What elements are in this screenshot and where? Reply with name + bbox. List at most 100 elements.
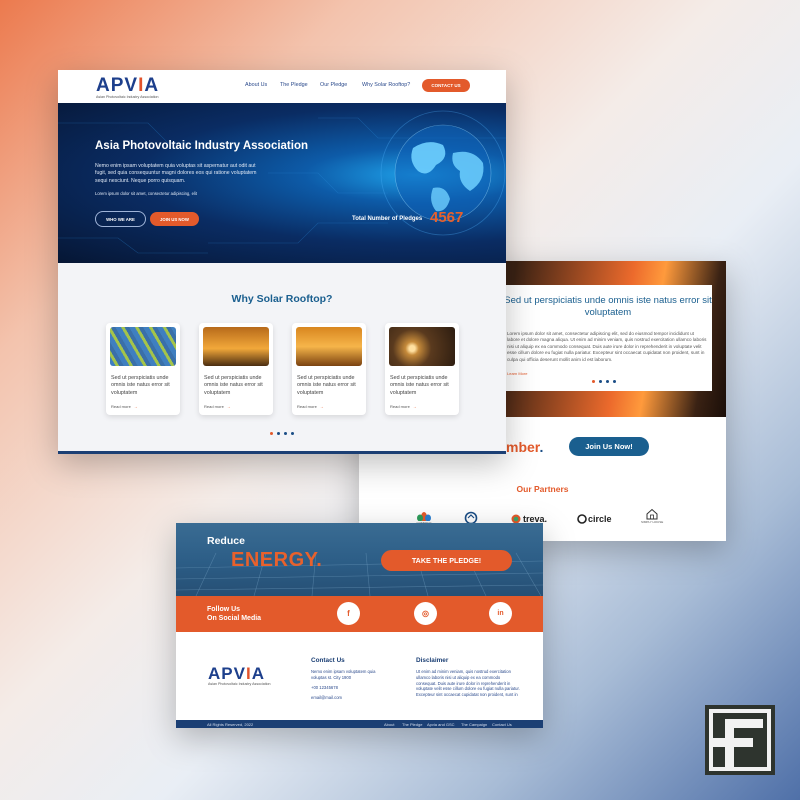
card-image (389, 327, 455, 366)
read-more-label: Read more (204, 404, 224, 409)
follow-line: Follow Us (207, 606, 241, 613)
card-text: Sed ut perspiciatis unde omnis iste natu… (111, 375, 170, 396)
follow-line: On Social Media (207, 615, 262, 622)
carousel-dot[interactable] (606, 380, 609, 383)
carousel-dot[interactable] (291, 432, 294, 435)
nav-about-us[interactable]: About Us (245, 82, 267, 88)
instagram-icon[interactable]: ◎ (414, 602, 437, 625)
apvia-logo[interactable]: APVIA Asian Photovoltaic Industry Associ… (96, 76, 159, 99)
logo-text: APV (96, 75, 139, 96)
follow-us-text: Follow Us On Social Media (207, 605, 261, 623)
pledge-banner: Reduce ENERGY. TAKE THE PLEDGE! (176, 523, 543, 596)
footer-link-about[interactable]: About (384, 722, 394, 727)
homepage-panel: APVIA Asian Photovoltaic Industry Associ… (58, 70, 506, 454)
disclaimer-text: Ut enim ad minim veniam, quis nostrud ex… (416, 669, 520, 698)
circle-icon (577, 514, 587, 524)
carousel-dot[interactable] (270, 432, 273, 435)
logo-text: APV (208, 664, 246, 683)
about-carousel-dots (592, 380, 616, 383)
partner-name: SIMPLY HOUSE (641, 520, 664, 524)
card-text: Sed ut perspiciatis unde omnis iste natu… (390, 375, 449, 396)
partner-name: circle (588, 514, 612, 524)
top-navbar: APVIA Asian Photovoltaic Industry Associ… (58, 70, 506, 103)
linkedin-icon[interactable]: in (489, 602, 512, 625)
pledges-label: Total Number of Pledges (352, 216, 423, 222)
arrow-right-icon: → (412, 404, 417, 409)
arrow-right-icon: → (319, 404, 324, 409)
disclaimer-title: Disclaimer (416, 657, 449, 664)
partner-logo[interactable]: SIMPLY HOUSE (641, 508, 663, 524)
logo-tagline: Asian Photovoltaic Industry Association (208, 682, 271, 686)
read-more-link[interactable]: Read more → (390, 404, 417, 409)
join-us-now-button[interactable]: Join Us Now! (569, 437, 649, 456)
arrow-right-icon: → (226, 404, 231, 409)
reduce-text: Reduce (207, 535, 245, 547)
contact-address: Nemo enim ipsam voluptatem quia voluptas… (311, 669, 376, 680)
footer-logo[interactable]: APVIA Asian Photovoltaic Industry Associ… (208, 665, 271, 686)
nav-why-solar[interactable]: Why Solar Rooftop? (362, 82, 410, 88)
read-more-link[interactable]: Read more → (297, 404, 324, 409)
footer-panel: Reduce ENERGY. TAKE THE PLEDGE! Follow U… (176, 523, 543, 728)
read-more-link[interactable]: Read more → (111, 404, 138, 409)
contact-email[interactable]: email@mail.com (311, 695, 342, 701)
become-member-text: mber. (506, 439, 543, 455)
carousel-dot[interactable] (284, 432, 287, 435)
social-bar: Follow Us On Social Media f ◎ in (176, 596, 543, 632)
footer-link-apvia-gsc[interactable]: Apvia and GSC (427, 722, 455, 727)
read-more-label: Read more (297, 404, 317, 409)
footer-link-campaign[interactable]: The Campaign (461, 722, 487, 727)
carousel-dot[interactable] (599, 380, 602, 383)
join-us-button[interactable]: JOIN US NOW (150, 212, 199, 226)
nav-the-pledge[interactable]: The Pledge (280, 82, 308, 88)
corner-logo-badge (705, 705, 775, 775)
why-carousel-dots (270, 432, 294, 435)
house-icon (646, 508, 658, 520)
solar-card[interactable]: Sed ut perspiciatis unde omnis iste natu… (292, 323, 366, 415)
card-image (203, 327, 269, 366)
partner-logo[interactable]: circle (577, 514, 612, 524)
member-text: mber (506, 439, 540, 455)
copyright: All Rights Reserved, 2022 (207, 721, 254, 727)
card-image (296, 327, 362, 366)
contact-us-button[interactable]: CONTACT US (422, 79, 470, 92)
read-more-label: Read more (111, 404, 131, 409)
take-the-pledge-button[interactable]: TAKE THE PLEDGE! (381, 550, 512, 571)
carousel-dot[interactable] (277, 432, 280, 435)
carousel-dot[interactable] (592, 380, 595, 383)
about-card: Sed ut perspiciatis unde omnis iste natu… (504, 285, 712, 391)
why-solar-title: Why Solar Rooftop? (231, 293, 333, 305)
partners-title: Our Partners (516, 484, 569, 494)
panel-bottom-bar (58, 451, 506, 454)
arrow-right-icon: → (133, 404, 138, 409)
about-body: Lorem ipsum dolor sit amet, consectetur … (507, 331, 707, 362)
logo-tagline: Asian Photovoltaic Industry Association (96, 95, 159, 99)
pledges-count: 4567 (430, 209, 464, 226)
card-image (110, 327, 176, 366)
contact-phone[interactable]: +00 12345678 (311, 685, 338, 691)
footer-link-contact[interactable]: Contact Us (492, 722, 512, 727)
card-text: Sed ut perspiciatis unde omnis iste natu… (297, 375, 356, 396)
contact-title: Contact Us (311, 657, 345, 664)
hero-text: Nemo enim ipsam voluptatem quia voluptas… (95, 163, 257, 184)
hero-banner: Asia Photovoltaic Industry Association N… (58, 103, 506, 263)
solar-card[interactable]: Sed ut perspiciatis unde omnis iste natu… (199, 323, 273, 415)
solar-card[interactable]: Sed ut perspiciatis unde omnis iste natu… (385, 323, 459, 415)
solar-card[interactable]: Sed ut perspiciatis unde omnis iste natu… (106, 323, 180, 415)
footer-link-pledge[interactable]: The Pledge (402, 722, 422, 727)
read-more-link[interactable]: Read more → (204, 404, 231, 409)
logo-text: A (251, 664, 265, 683)
read-more-label: Read more (390, 404, 410, 409)
about-heading: Sed ut perspiciatis unde omnis iste natu… (504, 295, 712, 318)
who-we-are-button[interactable]: WHO WE ARE (95, 211, 146, 227)
card-text: Sed ut perspiciatis unde omnis iste natu… (204, 375, 263, 396)
member-period: . (539, 439, 544, 455)
learn-more-link[interactable]: Learn More (507, 371, 527, 376)
hero-subtext: Lorem ipsum dolor sit amet, consectetur … (95, 191, 197, 196)
nav-our-pledge[interactable]: Our Pledge (320, 82, 347, 88)
f-logo-icon (709, 709, 771, 771)
lotus-icon (417, 512, 431, 521)
carousel-dot[interactable] (613, 380, 616, 383)
facebook-icon[interactable]: f (337, 602, 360, 625)
logo-text: A (144, 75, 160, 96)
energy-text: ENERGY. (231, 549, 323, 571)
